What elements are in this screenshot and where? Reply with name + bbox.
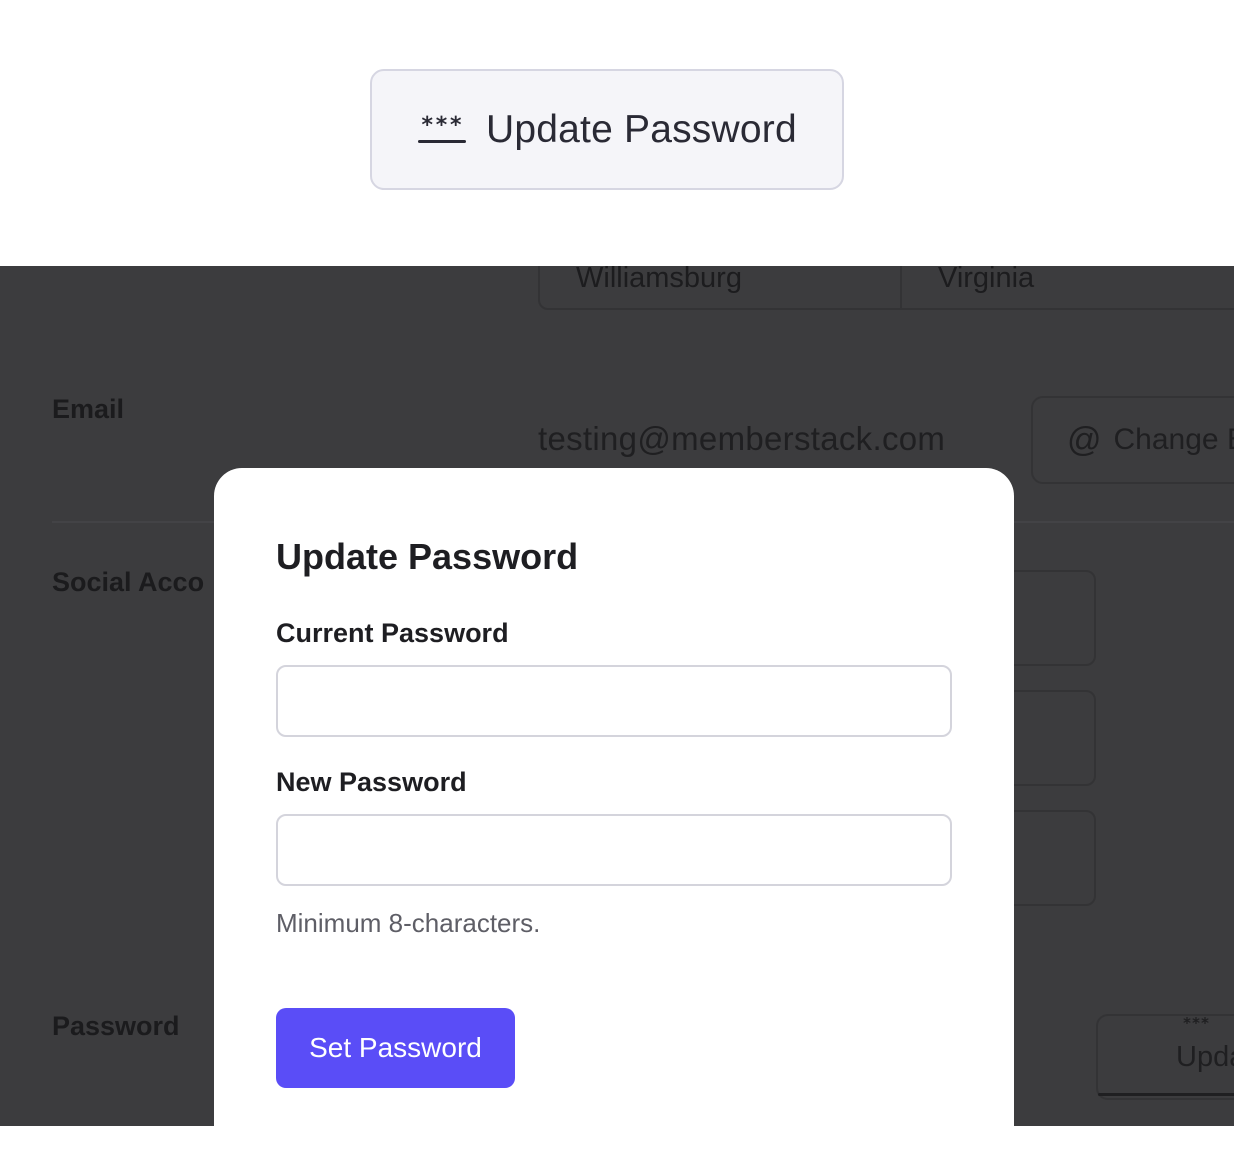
city-field[interactable]: Williamsburg bbox=[540, 266, 902, 308]
address-fields: Williamsburg Virginia bbox=[538, 266, 1234, 310]
new-password-input[interactable] bbox=[276, 814, 952, 886]
current-password-input[interactable] bbox=[276, 665, 952, 737]
background-update-password-button[interactable]: *** Upda bbox=[1096, 1014, 1234, 1100]
change-email-button-label: Change E bbox=[1113, 423, 1234, 456]
current-password-label: Current Password bbox=[276, 618, 509, 648]
email-section-label: Email bbox=[52, 394, 125, 424]
password-hint: Minimum 8-characters. bbox=[276, 908, 541, 938]
social-accounts-section-label: Social Acco bbox=[52, 567, 205, 597]
state-field[interactable]: Virginia bbox=[902, 266, 1234, 308]
password-section-label: Password bbox=[52, 1011, 180, 1041]
top-preview-area: *** Update Password bbox=[0, 0, 1234, 266]
set-password-button[interactable]: Set Password bbox=[276, 1008, 515, 1088]
modal-title: Update Password bbox=[276, 536, 579, 577]
city-value: Williamsburg bbox=[576, 266, 742, 294]
update-password-button[interactable]: *** Update Password bbox=[370, 69, 844, 190]
update-password-modal: Update Password Current Password New Pas… bbox=[214, 468, 1014, 1168]
change-email-button[interactable]: @ Change E bbox=[1031, 396, 1234, 484]
state-value: Virginia bbox=[938, 266, 1035, 294]
new-password-label: New Password bbox=[276, 767, 467, 797]
at-sign-icon: @ bbox=[1067, 420, 1102, 459]
password-icon: *** bbox=[1098, 1016, 1234, 1096]
password-icon: *** bbox=[418, 114, 466, 145]
email-value: testing@memberstack.com bbox=[538, 420, 946, 457]
background-update-password-label: Upda bbox=[1176, 1040, 1234, 1073]
update-password-button-label: Update Password bbox=[486, 107, 797, 151]
